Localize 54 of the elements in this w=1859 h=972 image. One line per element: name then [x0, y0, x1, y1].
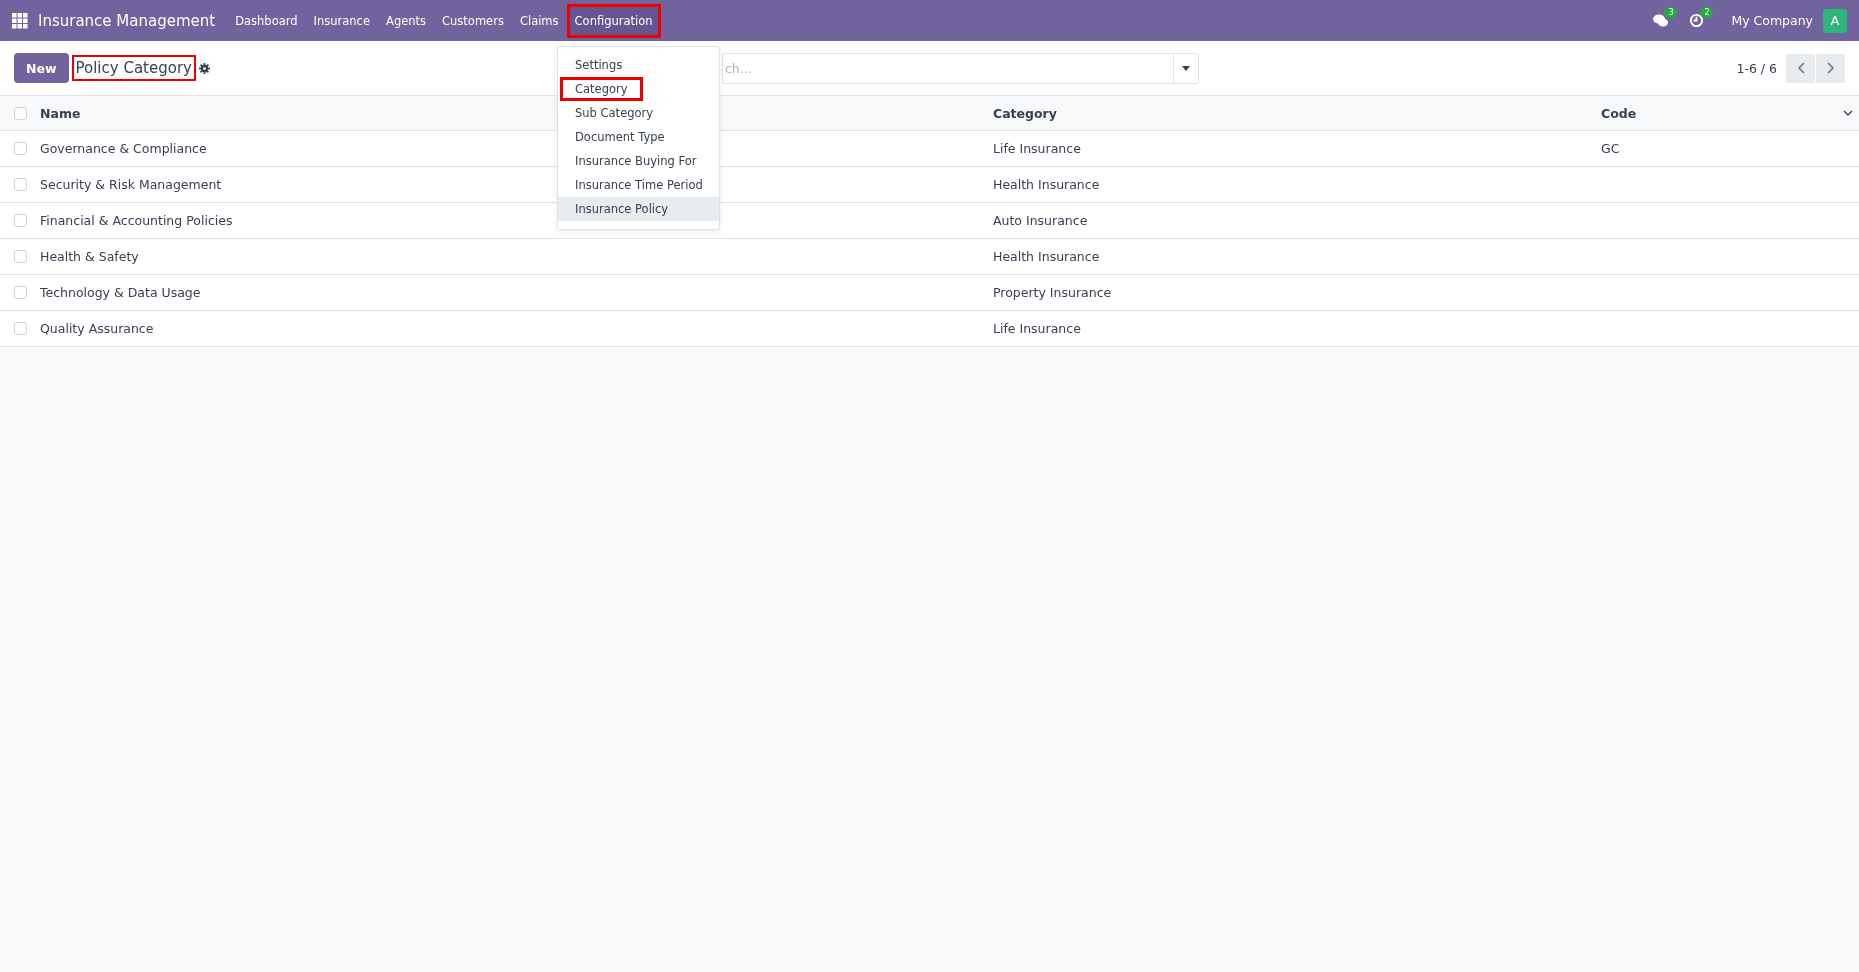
table-cell: Security & Risk Management — [40, 177, 222, 192]
column-header[interactable]: Name — [40, 105, 81, 121]
row-checkbox[interactable] — [14, 286, 27, 299]
row-checkbox[interactable] — [14, 250, 27, 263]
message-count-badge: 3 — [1664, 6, 1678, 18]
table-cell: Auto Insurance — [993, 213, 1088, 228]
activity-count-badge: 2 — [1700, 6, 1714, 18]
menu-item[interactable]: Document Type — [558, 125, 719, 149]
column-header[interactable]: Code — [1601, 105, 1637, 121]
nav-menu-item[interactable]: Configuration — [566, 3, 661, 38]
table-cell: Technology & Data Usage — [40, 285, 201, 300]
page-title: Policy Category — [71, 55, 196, 81]
chevron-left-icon — [1796, 62, 1805, 74]
nav-menu-item[interactable]: Dashboard — [227, 3, 306, 38]
apps-grid-icon[interactable] — [12, 12, 28, 29]
row-checkbox[interactable] — [14, 214, 27, 227]
clock-icon[interactable] — [1689, 13, 1705, 28]
gear-icon[interactable] — [198, 62, 210, 74]
table-cell: Health Insurance — [993, 177, 1100, 192]
new-button[interactable]: New — [14, 53, 69, 83]
row-checkbox[interactable] — [14, 142, 27, 155]
table-cell: Health & Safety — [40, 249, 139, 264]
menu-item[interactable]: Insurance Policy — [558, 197, 719, 221]
table-cell: GC — [1601, 141, 1620, 156]
company-name[interactable]: My Company — [1731, 13, 1813, 28]
row-checkbox[interactable] — [14, 178, 27, 191]
column-header[interactable]: Category — [993, 105, 1057, 121]
nav-menu-item[interactable]: Customers — [434, 3, 512, 38]
menu-item[interactable]: Insurance Time Period — [558, 173, 719, 197]
chevron-down-icon[interactable] — [1843, 110, 1853, 116]
table-cell: Financial & Accounting Policies — [40, 213, 233, 228]
nav-menu-item[interactable]: Agents — [378, 3, 435, 38]
table-cell: Quality Assurance — [40, 321, 154, 336]
app-name[interactable]: Insurance Management — [38, 11, 216, 30]
select-all-checkbox[interactable] — [14, 106, 27, 120]
chat-icon[interactable] — [1653, 13, 1670, 28]
table-cell: Life Insurance — [993, 141, 1081, 156]
search-field[interactable]: ch... — [722, 52, 1173, 84]
menu-item[interactable]: Settings — [558, 53, 719, 77]
pager-value: 1-6 / 6 — [1736, 60, 1777, 76]
nav-menu-item[interactable]: Claims — [511, 3, 567, 38]
row-checkbox[interactable] — [14, 322, 27, 335]
table-cell: Property Insurance — [993, 285, 1112, 300]
previous-page-button[interactable] — [1786, 53, 1815, 83]
chevron-right-icon — [1826, 62, 1835, 74]
search-options-button[interactable] — [1173, 52, 1199, 84]
table-cell: Governance & Compliance — [40, 141, 207, 156]
next-page-button[interactable] — [1816, 53, 1845, 83]
menu-item[interactable]: Insurance Buying For — [558, 149, 719, 173]
table-cell: Life Insurance — [993, 321, 1081, 336]
menu-item[interactable]: Sub Category — [558, 101, 719, 125]
caret-down-icon — [1182, 65, 1190, 71]
nav-menu-item[interactable]: Insurance — [305, 3, 378, 38]
table-cell: Health Insurance — [993, 249, 1100, 264]
